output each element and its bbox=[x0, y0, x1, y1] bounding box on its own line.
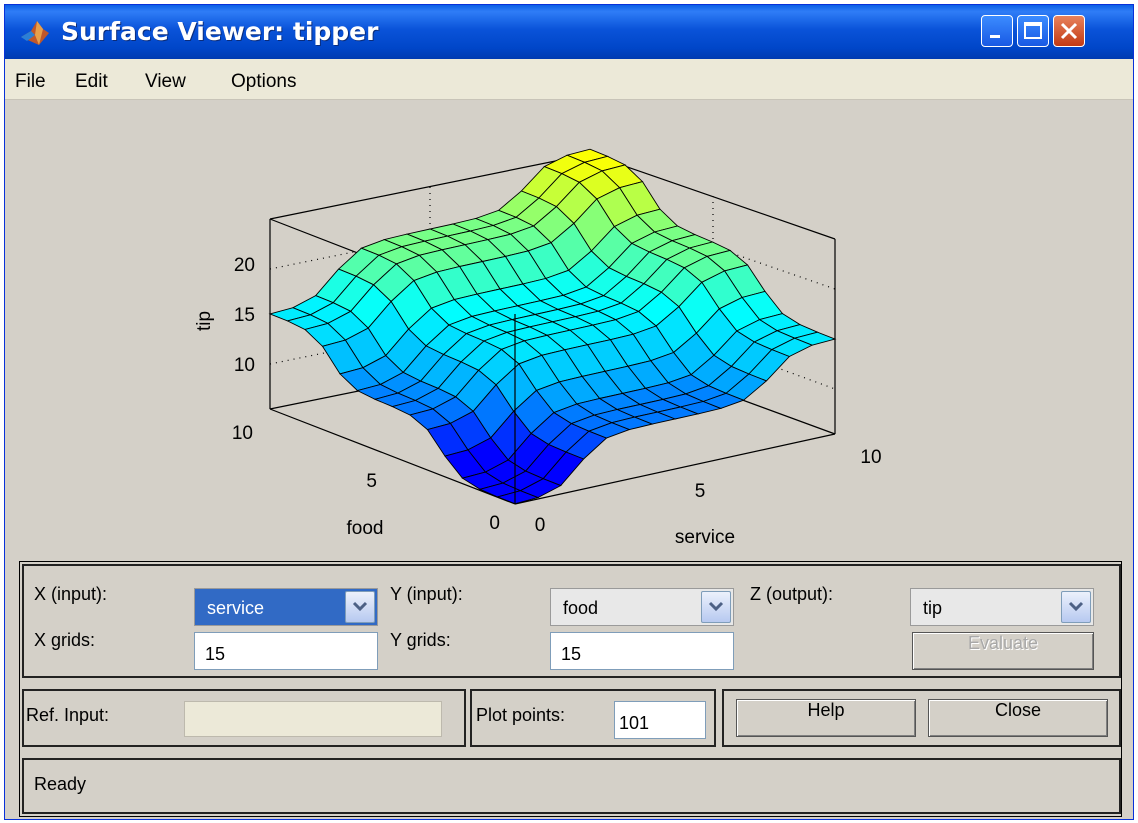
close-icon bbox=[1060, 22, 1078, 40]
z-output-label: Z (output): bbox=[750, 584, 834, 604]
title-bar[interactable]: Surface Viewer: tipper bbox=[5, 5, 1133, 59]
surface-plot[interactable]: 20 15 10 tip 10 5 0 food 0 5 10 service bbox=[5, 99, 1133, 561]
y-tick-label: 10 bbox=[232, 423, 253, 444]
y-tick-label: 5 bbox=[366, 471, 377, 492]
evaluate-button[interactable]: Evaluate bbox=[912, 632, 1094, 670]
plot-points-value: 101 bbox=[619, 713, 650, 733]
status-text: Ready bbox=[34, 774, 87, 794]
maximize-icon bbox=[1024, 22, 1042, 39]
minimize-icon bbox=[990, 35, 1000, 38]
menu-bar: File Edit View Options bbox=[5, 59, 1133, 100]
plot-points-label: Plot points: bbox=[476, 705, 566, 725]
close-window-button[interactable] bbox=[1053, 15, 1085, 47]
x-input-value: service bbox=[207, 598, 265, 618]
y-grids-label: Y grids: bbox=[390, 630, 451, 650]
plot-points-panel: Plot points: 101 bbox=[470, 689, 716, 747]
z-axis-label: tip bbox=[194, 311, 215, 331]
help-button[interactable]: Help bbox=[736, 699, 916, 737]
controls-area: X (input): service Y (input): food Z (ou… bbox=[19, 561, 1122, 817]
window-title: Surface Viewer: tipper bbox=[61, 17, 379, 46]
z-tick-label: 10 bbox=[234, 355, 255, 376]
menu-view[interactable]: View bbox=[145, 71, 186, 93]
maximize-button[interactable] bbox=[1017, 15, 1049, 47]
action-buttons-panel: Help Close bbox=[722, 689, 1121, 747]
chevron-down-icon[interactable] bbox=[1061, 591, 1091, 623]
y-grids-input[interactable]: 15 bbox=[550, 632, 734, 670]
chevron-down-icon[interactable] bbox=[345, 591, 375, 623]
menu-options[interactable]: Options bbox=[231, 71, 296, 93]
status-bar: Ready bbox=[22, 758, 1121, 814]
matlab-logo-icon bbox=[21, 21, 49, 45]
x-grids-input[interactable]: 15 bbox=[194, 632, 378, 670]
x-tick-label: 10 bbox=[860, 447, 881, 468]
axes-selection-panel: X (input): service Y (input): food Z (ou… bbox=[22, 564, 1121, 678]
y-grids-value: 15 bbox=[561, 644, 582, 664]
y-input-value: food bbox=[563, 598, 599, 618]
x-input-label: X (input): bbox=[34, 584, 108, 604]
surface-viewer-window: Surface Viewer: tipper File Edit View Op… bbox=[4, 4, 1134, 820]
y-tick-label: 0 bbox=[489, 513, 500, 534]
x-input-select[interactable]: service bbox=[194, 588, 378, 626]
ref-input-label: Ref. Input: bbox=[26, 705, 110, 725]
ref-input-panel: Ref. Input: bbox=[22, 689, 466, 747]
y-input-select[interactable]: food bbox=[550, 588, 734, 626]
z-tick-label: 15 bbox=[234, 305, 255, 326]
ref-input-field[interactable] bbox=[184, 701, 442, 737]
minimize-button[interactable] bbox=[981, 15, 1013, 47]
menu-edit[interactable]: Edit bbox=[75, 71, 108, 93]
x-grids-value: 15 bbox=[205, 644, 226, 664]
plot-points-input[interactable]: 101 bbox=[614, 701, 706, 739]
z-axis: 20 15 10 tip bbox=[194, 255, 255, 376]
y-axis-label: food bbox=[347, 518, 384, 539]
x-tick-label: 5 bbox=[695, 481, 706, 502]
close-button[interactable]: Close bbox=[928, 699, 1108, 737]
x-tick-label: 0 bbox=[535, 515, 546, 536]
x-grids-label: X grids: bbox=[34, 630, 96, 650]
z-output-select[interactable]: tip bbox=[910, 588, 1094, 626]
chevron-down-icon[interactable] bbox=[701, 591, 731, 623]
z-output-value: tip bbox=[923, 598, 943, 618]
z-tick-label: 20 bbox=[234, 255, 255, 276]
y-input-label: Y (input): bbox=[390, 584, 463, 604]
x-axis-label: service bbox=[675, 527, 735, 548]
menu-file[interactable]: File bbox=[15, 71, 46, 93]
